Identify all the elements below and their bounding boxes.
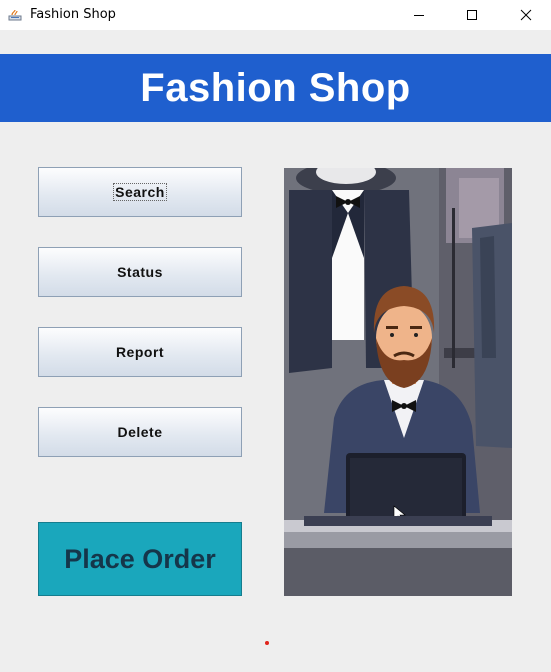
- header-banner: Fashion Shop: [0, 54, 551, 122]
- status-dot: [265, 641, 269, 645]
- delete-button-label: Delete: [117, 424, 163, 440]
- shop-owner-illustration: [284, 168, 512, 596]
- title-bar: Fashion Shop: [0, 0, 551, 30]
- java-app-icon: [8, 9, 22, 21]
- place-order-label: Place Order: [64, 543, 216, 574]
- status-button[interactable]: Status: [38, 247, 242, 297]
- status-button-label: Status: [117, 264, 163, 280]
- search-button-label: Search: [113, 183, 167, 201]
- shop-owner-image: [284, 168, 512, 596]
- minimize-icon: [414, 15, 424, 16]
- delete-button[interactable]: Delete: [38, 407, 242, 457]
- close-icon: [520, 9, 532, 21]
- close-button[interactable]: [503, 0, 549, 30]
- place-order-button[interactable]: Place Order: [38, 522, 242, 596]
- minimize-button[interactable]: [396, 0, 442, 30]
- maximize-icon: [467, 10, 477, 20]
- banner-title: Fashion Shop: [140, 65, 411, 110]
- search-button[interactable]: Search: [38, 167, 242, 217]
- app-window: Fashion Shop Fashion Shop Search Status …: [0, 0, 551, 672]
- report-button[interactable]: Report: [38, 327, 242, 377]
- maximize-button[interactable]: [449, 0, 495, 30]
- content-pane: Fashion Shop Search Status Report Delete…: [0, 30, 551, 672]
- window-title: Fashion Shop: [30, 7, 116, 22]
- report-button-label: Report: [115, 344, 165, 360]
